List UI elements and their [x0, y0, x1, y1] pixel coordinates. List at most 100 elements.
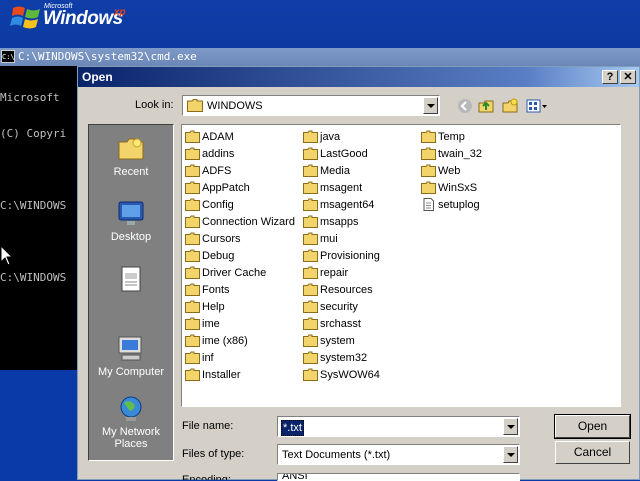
folder-name: Fonts: [202, 284, 230, 296]
folder-name: Connection Wizard: [202, 216, 295, 228]
folder-name: AppPatch: [202, 182, 250, 194]
folder-icon: [421, 130, 436, 143]
folder-icon: [303, 300, 318, 313]
document-icon: [121, 266, 141, 292]
folder-icon: [303, 317, 318, 330]
folder-icon: [303, 334, 318, 347]
folder-icon: [303, 283, 318, 296]
folder-name: ime (x86): [202, 335, 248, 347]
folder-icon: [185, 368, 200, 381]
folder-name: Web: [438, 165, 461, 177]
folder-icon: [185, 198, 200, 211]
chevron-down-icon[interactable]: [503, 446, 518, 463]
folder-name: msagent64: [320, 199, 375, 211]
open-dialog: Open ? ✕ Look in: WINDOWS Recent Desktop…: [77, 66, 640, 481]
new-folder-icon[interactable]: [502, 98, 518, 114]
file-name-value: *.txt: [281, 420, 304, 436]
folder-icon: [185, 215, 200, 228]
close-button[interactable]: ✕: [620, 70, 636, 84]
folder-name: Provisioning: [320, 250, 380, 262]
xp-setup-header: Microsoft Windows xp: [0, 0, 640, 48]
cmd-line: C:\WINDOWS: [0, 199, 67, 212]
folder-name: ADAM: [202, 131, 234, 143]
place-label: My Network Places: [101, 426, 161, 450]
cmd-line: C:\WINDOWS: [0, 271, 67, 284]
folder-name: addins: [202, 148, 235, 160]
dialog-titlebar[interactable]: Open ? ✕: [78, 67, 639, 87]
place-network[interactable]: My Network Places: [89, 395, 173, 450]
folder-icon: [303, 368, 318, 381]
folder-icon: [185, 334, 200, 347]
windows-flag-logo: [10, 6, 40, 29]
file-list[interactable]: ADAM addins ADFS AppPatch Config Connect…: [181, 124, 621, 407]
encoding-label: Encoding:: [182, 474, 231, 480]
look-in-label: Look in:: [135, 99, 174, 111]
mouse-pointer-icon: [1, 246, 13, 266]
folder-name: system32: [320, 352, 368, 364]
cmd-icon: C:\: [1, 50, 15, 63]
folder-icon: [185, 283, 200, 296]
folder-icon: [185, 351, 200, 364]
folder-name: ADFS: [202, 165, 232, 177]
folder-name: mui: [320, 233, 338, 245]
place-recent[interactable]: Recent: [89, 135, 173, 178]
place-my-computer[interactable]: My Computer: [89, 335, 173, 378]
cmd-line: Microsoft: [0, 91, 60, 104]
look-in-value: WINDOWS: [207, 100, 263, 112]
folder-icon: [185, 300, 200, 313]
cmd-output: Microsoft (C) Copyri C:\WINDOWS C:\WINDO…: [0, 68, 80, 308]
dialog-title: Open: [82, 70, 113, 84]
folder-name: Cursors: [202, 233, 241, 245]
up-folder-icon[interactable]: [478, 98, 494, 114]
place-documents[interactable]: [89, 265, 173, 296]
places-bar: Recent Desktop My Computer My Network Pl…: [88, 124, 174, 461]
folder-icon: [185, 232, 200, 245]
folder-name: msagent: [320, 182, 363, 194]
view-menu-icon[interactable]: [526, 98, 548, 114]
windows-label: Windows: [43, 8, 123, 29]
files-of-type-label: Files of type:: [182, 448, 245, 460]
folder-icon: [185, 147, 200, 160]
file-name-input[interactable]: *.txt: [277, 416, 520, 437]
files-of-type-value: Text Documents (*.txt): [282, 449, 391, 461]
cancel-button[interactable]: Cancel: [555, 441, 630, 464]
xp-label: xp: [114, 7, 126, 18]
folder-icon: [303, 181, 318, 194]
folder-icon: [185, 181, 200, 194]
folder-name: security: [320, 301, 358, 313]
folder-star-icon: [118, 138, 144, 160]
cmd-title: C:\WINDOWS\system32\cmd.exe: [18, 50, 197, 63]
folder-name: WinSxS: [438, 182, 478, 194]
place-label: Desktop: [110, 231, 152, 243]
folder-icon: [187, 99, 203, 112]
chevron-down-icon[interactable]: [423, 97, 438, 114]
cmd-titlebar[interactable]: C:\ C:\WINDOWS\system32\cmd.exe: [0, 48, 640, 66]
folder-name: SysWOW64: [320, 369, 380, 381]
folder-name: Resources: [320, 284, 373, 296]
folder-name: twain_32: [438, 148, 483, 160]
file-name: setuplog: [438, 199, 480, 211]
help-button[interactable]: ?: [602, 70, 618, 84]
folder-name: Temp: [438, 131, 465, 143]
folder-icon: [303, 266, 318, 279]
files-of-type-dropdown[interactable]: Text Documents (*.txt): [277, 444, 520, 465]
folder-name: repair: [320, 267, 349, 279]
folder-name: Help: [202, 301, 225, 313]
folder-icon: [185, 317, 200, 330]
back-icon[interactable]: [457, 98, 473, 114]
network-icon: [120, 396, 142, 421]
folder-icon: [303, 147, 318, 160]
place-label: My Computer: [97, 366, 165, 378]
cmd-line: (C) Copyri: [0, 127, 67, 140]
computer-icon: [118, 336, 142, 361]
folder-name: Media: [320, 165, 350, 177]
chevron-down-icon[interactable]: [503, 418, 518, 435]
look-in-dropdown[interactable]: WINDOWS: [182, 95, 440, 116]
place-desktop[interactable]: Desktop: [89, 200, 173, 243]
folder-icon: [303, 130, 318, 143]
folder-icon: [185, 249, 200, 262]
open-button[interactable]: Open: [554, 414, 631, 439]
cmd-line: [0, 164, 80, 176]
folder-icon: [185, 130, 200, 143]
folder-icon: [303, 164, 318, 177]
